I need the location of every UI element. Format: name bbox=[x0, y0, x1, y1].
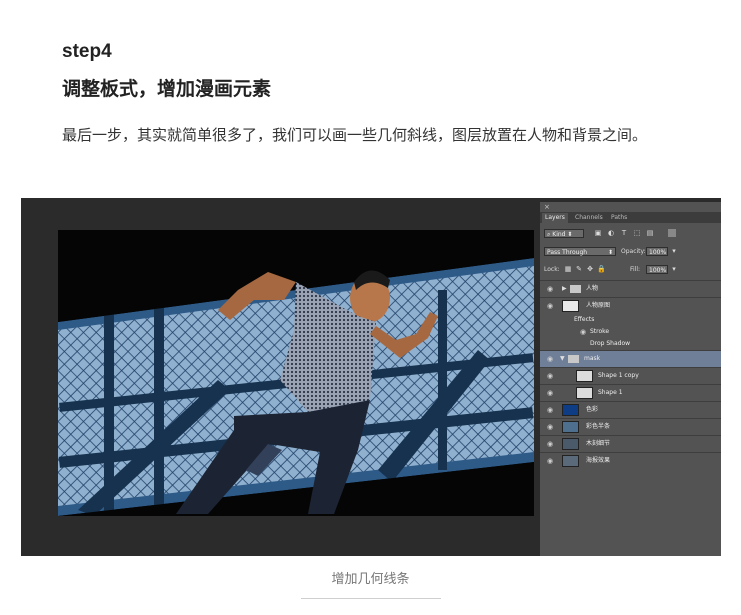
effect-name: Stroke bbox=[590, 328, 610, 335]
layer-name: 人物原图 bbox=[586, 302, 611, 309]
opacity-label: Opacity: bbox=[621, 248, 646, 255]
visibility-eye-icon[interactable]: ◉ bbox=[547, 406, 555, 414]
layer-row-shape-copy[interactable]: ◉ Shape 1 copy bbox=[540, 367, 721, 384]
filter-kind-label: Kind bbox=[552, 231, 566, 238]
visibility-eye-icon[interactable]: ◉ bbox=[547, 285, 555, 293]
layer-name: 色彩 bbox=[586, 406, 599, 413]
type-filter-icon[interactable]: T bbox=[620, 229, 628, 237]
blend-row: Pass Through ⬍ Opacity: 100% ▾ bbox=[540, 244, 721, 260]
lock-paint-icon[interactable]: ✎ bbox=[575, 265, 583, 273]
layer-row-person-original[interactable]: ◉ 人物原图 bbox=[540, 297, 721, 314]
layer-name: Shape 1 copy bbox=[598, 372, 639, 379]
layer-name: Shape 1 bbox=[598, 389, 623, 396]
fill-label: Fill: bbox=[630, 266, 641, 273]
blend-mode-select[interactable]: Pass Through ⬍ bbox=[544, 247, 616, 256]
visibility-eye-icon[interactable]: ◉ bbox=[547, 355, 555, 363]
filter-kind-select[interactable]: ⌕ Kind ⬍ bbox=[544, 229, 584, 238]
layer-effects-row[interactable]: Effects bbox=[540, 314, 721, 326]
close-icon[interactable]: × bbox=[544, 203, 550, 211]
tab-layers[interactable]: Layers bbox=[542, 213, 568, 223]
layer-thumbnail bbox=[562, 455, 579, 467]
image-filter-icon[interactable]: ▣ bbox=[594, 229, 602, 237]
opacity-input[interactable]: 100% bbox=[646, 247, 668, 256]
layer-name: mask bbox=[584, 355, 601, 362]
lock-transparency-icon[interactable]: ▦ bbox=[564, 265, 572, 273]
layer-row-color[interactable]: ◉ 色彩 bbox=[540, 401, 721, 418]
expand-arrow-icon[interactable]: ▶ bbox=[562, 285, 567, 292]
step-label: step4 bbox=[62, 41, 112, 62]
folder-icon bbox=[568, 355, 579, 363]
filter-row: ⌕ Kind ⬍ ▣ ◐ T ⬚ ▤ bbox=[540, 226, 721, 242]
effects-label: Effects bbox=[574, 316, 595, 323]
folder-icon bbox=[570, 285, 581, 293]
layer-row-person-group[interactable]: ◉ ▶ 人物 bbox=[540, 280, 721, 297]
fill-dropdown-icon[interactable]: ▾ bbox=[670, 265, 678, 273]
artwork-canvas bbox=[58, 230, 534, 516]
body-paragraph: 最后一步，其实就简单很多了，我们可以画一些几何斜线，图层放置在人物和背景之间。 bbox=[62, 126, 648, 144]
layer-name: 木刻细节 bbox=[586, 440, 611, 447]
visibility-eye-icon[interactable]: ◉ bbox=[547, 457, 555, 465]
lock-all-icon[interactable]: 🔒 bbox=[597, 265, 606, 273]
runner-artwork bbox=[58, 230, 534, 516]
visibility-eye-icon[interactable]: ◉ bbox=[547, 423, 555, 431]
visibility-eye-icon[interactable]: ◉ bbox=[547, 389, 555, 397]
layer-thumbnail bbox=[576, 370, 593, 382]
visibility-eye-icon[interactable]: ◉ bbox=[547, 440, 555, 448]
figure-caption: 增加几何线条 bbox=[331, 572, 410, 587]
layer-thumbnail bbox=[562, 300, 579, 312]
photoshop-screenshot: × Layers Channels Paths ⌕ Kind ⬍ ▣ ◐ T ⬚… bbox=[21, 198, 721, 556]
layer-row-woodcut[interactable]: ◉ 木刻细节 bbox=[540, 435, 721, 452]
effect-stroke-row[interactable]: ◉ Stroke bbox=[540, 326, 721, 338]
layer-row-mask-group[interactable]: ◉ ▼ mask bbox=[540, 350, 721, 367]
effect-eye-icon[interactable]: ◉ bbox=[580, 328, 588, 336]
visibility-eye-icon[interactable]: ◉ bbox=[547, 302, 555, 310]
color-fill-thumbnail bbox=[562, 404, 579, 416]
layer-row-color-halftone[interactable]: ◉ 彩色半条 bbox=[540, 418, 721, 435]
smart-filter-icon[interactable]: ▤ bbox=[646, 229, 654, 237]
caption-divider bbox=[301, 598, 441, 599]
effect-drop-shadow-row[interactable]: Drop Shadow bbox=[540, 338, 721, 350]
opacity-dropdown-icon[interactable]: ▾ bbox=[670, 247, 678, 255]
panel-tabs: Layers Channels Paths bbox=[540, 212, 721, 223]
lock-label: Lock: bbox=[544, 266, 560, 273]
fill-input[interactable]: 100% bbox=[646, 265, 668, 274]
layer-thumbnail bbox=[562, 421, 579, 433]
tab-channels[interactable]: Channels bbox=[572, 213, 606, 223]
adjustment-filter-icon[interactable]: ◐ bbox=[607, 229, 615, 237]
layer-name: 海报效果 bbox=[586, 457, 611, 464]
layer-name: 人物 bbox=[586, 285, 599, 292]
layer-name: 彩色半条 bbox=[586, 423, 611, 430]
shape-filter-icon[interactable]: ⬚ bbox=[633, 229, 641, 237]
effect-name: Drop Shadow bbox=[590, 340, 631, 347]
section-heading: 调整板式，增加漫画元素 bbox=[62, 78, 272, 100]
layer-row-shape[interactable]: ◉ Shape 1 bbox=[540, 384, 721, 401]
layer-thumbnail bbox=[576, 387, 593, 399]
lock-row: Lock: ▦ ✎ ✥ 🔒 Fill: 100% ▾ bbox=[540, 262, 721, 278]
blend-mode-value: Pass Through bbox=[547, 249, 588, 256]
tab-paths[interactable]: Paths bbox=[608, 213, 630, 223]
visibility-eye-icon[interactable]: ◉ bbox=[547, 372, 555, 380]
collapse-arrow-icon[interactable]: ▼ bbox=[560, 355, 565, 362]
layer-thumbnail bbox=[562, 438, 579, 450]
layers-panel: × Layers Channels Paths ⌕ Kind ⬍ ▣ ◐ T ⬚… bbox=[540, 202, 721, 556]
lock-move-icon[interactable]: ✥ bbox=[586, 265, 594, 273]
filter-toggle-icon[interactable] bbox=[668, 229, 676, 237]
layer-row-poster[interactable]: ◉ 海报效果 bbox=[540, 452, 721, 469]
